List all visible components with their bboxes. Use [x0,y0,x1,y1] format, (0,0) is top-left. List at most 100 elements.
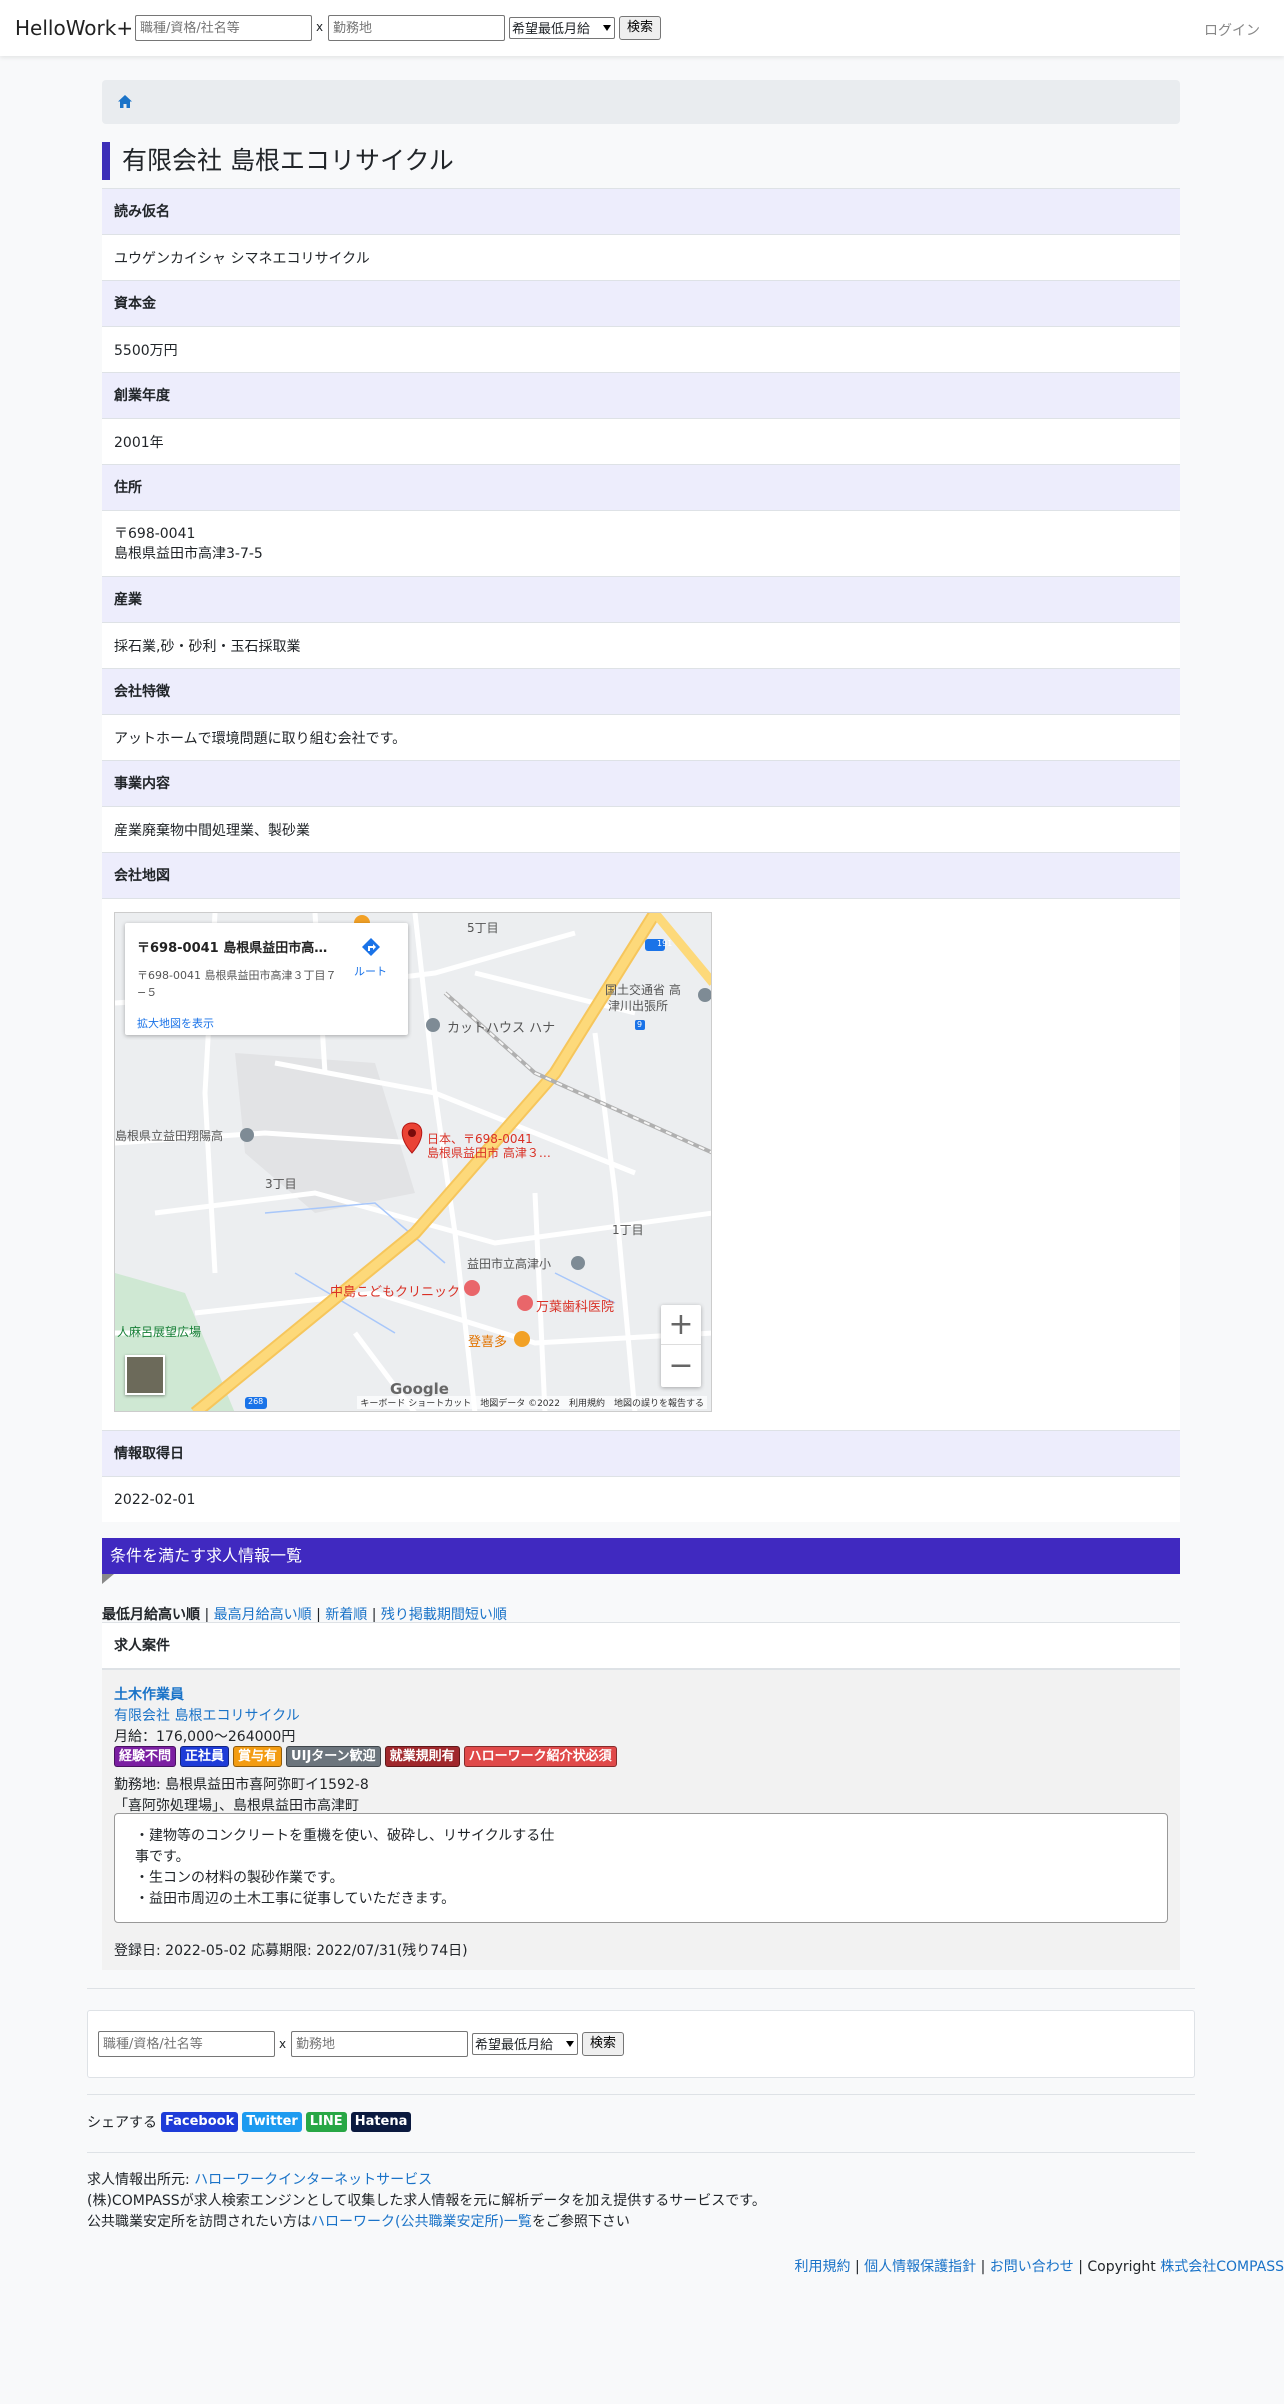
job-dates: 登録日: 2022-05-02 応募期限: 2022/07/31(残り74日) [114,1943,468,1959]
company-map[interactable]: 5丁目 国土交通省 高 津川出張所 カットハウス ハナ 島根県立益田翔陽高 日本… [114,912,712,1412]
job-section-title: 条件を満たす求人情報一覧 [102,1538,1180,1574]
map-label-cho5: 5丁目 [467,921,499,935]
map-label-kokudo2: 津川出張所 [608,999,669,1013]
navbar: HelloWork+ x 希望最低月給 検索 ログイン [0,0,1284,56]
route-link[interactable]: ルート [354,963,387,979]
map-label-school2: 益田市立高津小 [467,1257,552,1271]
map-label-road268: 268 [248,1397,264,1406]
row-value-business: 産業廃棄物中間処理業、製砂業 [102,806,1180,852]
row-value-capital: 5500万円 [102,326,1180,372]
job-location-detail: 「喜阿弥処理場」、島根県益田市高津町 [114,1798,359,1814]
map-label-dental: 万葉歯科医院 [536,1300,615,1315]
login-link[interactable]: ログイン [1204,20,1260,40]
job-company-link[interactable]: 有限会社 島根エコリサイクル [114,1705,300,1725]
row-value-reading: ユウゲンカイシャ シマネエコリサイクル [102,234,1180,280]
location-input[interactable] [328,15,505,41]
breadcrumb [102,80,1180,124]
badge-rules: 就業規則有 [384,1746,460,1767]
map-info-card: 〒698-0041 島根県益田市高津… 〒698-0041 島根県益田市高津３丁… [125,923,408,1035]
hellowork-internet-link[interactable]: ハローワークインターネットサービス [194,2172,432,2188]
map-label-kokudo: 国土交通省 高 [605,983,681,997]
search-button[interactable]: 検索 [619,16,662,40]
badge-no-experience: 経験不問 [114,1746,177,1767]
company-info-table: 読み仮名 ユウゲンカイシャ シマネエコリサイクル 資本金 5500万円 創業年度… [102,188,1180,1522]
badge-referral: ハローワーク紹介状必須 [463,1746,617,1767]
sort-expiring[interactable]: 残り掲載期間短い順 [381,1607,507,1623]
map-label-restaurant: 登喜多 [468,1335,508,1350]
x-separator: x [316,20,324,34]
row-value-founded: 2001年 [102,418,1180,464]
badge-bonus: 賞与有 [233,1746,283,1767]
job-badges: 経験不問 正社員 賞与有 UIJターン歓迎 就業規則有 ハローワーク紹介状必須 [114,1746,617,1767]
map-label-cutt: カットハウス ハナ [447,1021,556,1036]
map-label-pin2: 島根県益田市 高津３… [427,1146,551,1160]
map-label-cho1: 1丁目 [612,1223,644,1237]
map-label-road191: 191 [657,939,673,948]
salary-select[interactable]: 希望最低月給 [509,17,615,39]
map-label-cho3: 3丁目 [265,1177,297,1191]
bottom-x-separator: x [279,2037,287,2051]
row-value-feature: アットホームで環境問題に取り組む会社です。 [102,714,1180,760]
hellowork-office-list-link[interactable]: ハローワーク(公共職業安定所)一覧 [311,2214,532,2230]
sort-newest[interactable]: 新着順 [325,1607,367,1623]
job-listing: 土木作業員 有限会社 島根エコリサイクル 月給：176,000〜264000円 … [102,1670,1180,1970]
map-card-title: 〒698-0041 島根県益田市高津… [137,941,337,956]
share-label: シェアする [87,2115,157,2131]
zoom-control: + − [661,1305,701,1387]
job-title-link[interactable]: 土木作業員 [114,1684,184,1704]
badge-uij-turn: UIJターン歓迎 [286,1746,381,1767]
row-value-map: 5丁目 国土交通省 高 津川出張所 カットハウス ハナ 島根県立益田翔陽高 日本… [102,898,1180,1430]
share-hatena[interactable]: Hatena [350,2112,412,2132]
sort-max-salary[interactable]: 最高月給高い順 [214,1607,312,1623]
jobs-table-header: 求人案件 [102,1622,1180,1670]
map-label-park: 人麻呂展望広場 [117,1325,202,1339]
footer-links: 利用規約 | 個人情報保護指針 | お問い合わせ | Copyright 株式会… [794,2259,1284,2275]
row-value-address: 〒698-0041 島根県益田市高津3-7-5 [102,510,1180,576]
privacy-link[interactable]: 個人情報保護指針 [864,2259,976,2275]
row-label-map: 会社地図 [102,852,1180,898]
home-icon[interactable] [118,95,132,108]
map-enlarge-link[interactable]: 拡大地図を表示 [137,1015,214,1031]
share-twitter[interactable]: Twitter [242,2112,302,2132]
divider [87,2152,1195,2153]
bottom-search-button[interactable]: 検索 [582,2032,625,2056]
bottom-search-form: x 希望最低月給 検索 [87,2010,1195,2078]
satellite-toggle[interactable] [125,1355,165,1395]
page-title: 有限会社 島根エコリサイクル [102,142,454,180]
zoom-in-button[interactable]: + [661,1305,701,1345]
section-corner [102,1574,114,1584]
bottom-location-input[interactable] [291,2031,468,2057]
share-facebook[interactable]: Facebook [161,2112,239,2132]
sort-bar: 最低月給高い順 | 最高月給高い順 | 新着順 | 残り掲載期間短い順 [102,1607,507,1623]
row-label-fetched: 情報取得日 [102,1430,1180,1476]
row-label-capital: 資本金 [102,280,1180,326]
company-link[interactable]: 株式会社COMPASS [1160,2259,1284,2275]
job-location: 勤務地: 島根県益田市喜阿弥町イ1592-8 [114,1777,369,1793]
row-value-industry: 採石業,砂・砂利・玉石採取業 [102,622,1180,668]
job-keyword-input[interactable] [135,15,312,41]
divider [87,2094,1195,2095]
bottom-salary-select[interactable]: 希望最低月給 [472,2033,578,2055]
row-label-founded: 創業年度 [102,372,1180,418]
row-label-address: 住所 [102,464,1180,510]
job-salary: 月給：176,000〜264000円 [114,1729,296,1745]
share-bar: シェアする Facebook Twitter LINE Hatena [87,2112,412,2132]
brand-logo[interactable]: HelloWork+ [15,16,133,40]
divider [87,1988,1195,1989]
map-footer[interactable]: キーボード ショートカット 地図データ ©2022 利用規約 地図の誤りを報告す… [357,1396,707,1409]
source-info: 求人情報出所元: ハローワークインターネットサービス (株)COMPASSが求人… [87,2172,766,2230]
row-label-reading: 読み仮名 [102,188,1180,234]
contact-link[interactable]: お問い合わせ [990,2259,1074,2275]
terms-link[interactable]: 利用規約 [794,2259,850,2275]
map-label-school1: 島根県立益田翔陽高 [115,1129,224,1143]
row-label-business: 事業内容 [102,760,1180,806]
directions-icon[interactable] [361,937,381,957]
zoom-out-button[interactable]: − [661,1346,701,1386]
badge-fulltime: 正社員 [180,1746,230,1767]
bottom-job-keyword-input[interactable] [98,2031,275,2057]
row-label-industry: 産業 [102,576,1180,622]
share-line[interactable]: LINE [305,2112,347,2132]
row-label-feature: 会社特徴 [102,668,1180,714]
row-value-fetched: 2022-02-01 [102,1476,1180,1522]
job-description: ・建物等のコンクリートを重機を使い、破砕し、リサイクルする仕 事です。 ・生コン… [114,1813,1168,1923]
